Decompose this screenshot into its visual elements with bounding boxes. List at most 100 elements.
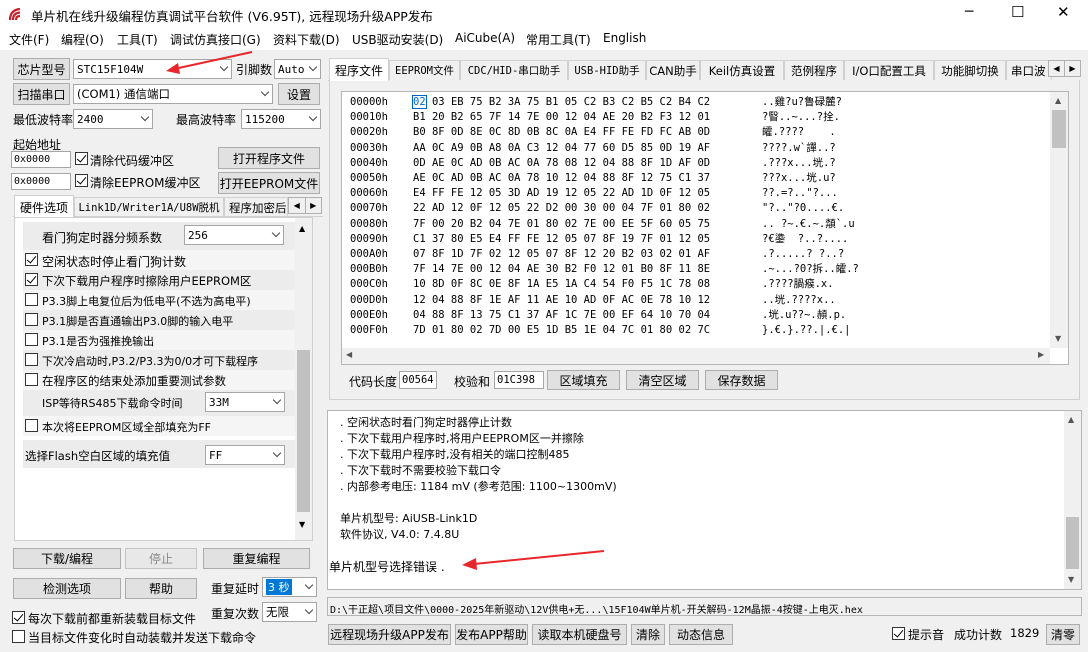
file-path-field[interactable]: D:\干正超\项目文件\0000-2025年新驱动\12V供电+无...\15F…: [327, 597, 1082, 616]
menu-aicube[interactable]: AiCube(A): [455, 31, 515, 45]
eeprom-start-address[interactable]: 0x0000: [11, 173, 71, 190]
chip-type-button[interactable]: 芯片型号: [13, 58, 70, 80]
sound-checkbox[interactable]: [892, 627, 905, 640]
menu-tools[interactable]: 工具(T): [117, 31, 158, 48]
menu-english[interactable]: English: [603, 31, 646, 45]
option-checkbox-6[interactable]: [25, 373, 38, 386]
download-program-button[interactable]: 下载/编程: [13, 548, 121, 569]
tab-io-config[interactable]: I/O口配置工具: [844, 60, 934, 80]
read-disk-id-button[interactable]: 读取本机硬盘号: [532, 624, 627, 645]
option-checkbox-1[interactable]: [25, 273, 38, 286]
tab-eeprom-file[interactable]: EEPROM文件: [389, 60, 460, 80]
eeprom-fill-checkbox[interactable]: [25, 419, 38, 432]
hex-bytes[interactable]: 0D AE 0C AD 0B AC 0A 78 08 12 04 88 8F 1…: [413, 156, 710, 171]
hex-bytes[interactable]: 07 8F 1D 7F 02 12 05 07 8F 12 20 B2 03 0…: [413, 247, 710, 262]
hex-scroll-right-icon[interactable]: ▶: [1038, 350, 1044, 359]
right-tab-left-icon[interactable]: ◀: [1049, 61, 1064, 76]
hex-bytes[interactable]: 7D 01 80 02 7D 00 E5 1D B5 1E 04 7C 01 8…: [413, 323, 710, 338]
auto-load-checkbox[interactable]: [12, 630, 25, 643]
tab-examples[interactable]: 范例程序: [784, 60, 844, 80]
remote-upgrade-button[interactable]: 远程现场升级APP发布: [328, 624, 451, 645]
hex-bytes[interactable]: AE 0C AD 0B AC 0A 78 10 12 04 88 8F 12 7…: [413, 171, 710, 186]
tab-encryption[interactable]: 程序加密后: [224, 197, 288, 217]
hex-bytes[interactable]: 04 88 8F 13 75 C1 37 AF 1C 7E 00 EF 64 1…: [413, 308, 710, 323]
hex-vscroll[interactable]: ▲ ▼: [1050, 92, 1068, 348]
tab-scroll-right-icon[interactable]: ▶: [304, 198, 322, 213]
minimize-button[interactable]: ─: [965, 4, 973, 20]
scroll-thumb[interactable]: [297, 350, 310, 512]
clear-log-button[interactable]: 清除: [631, 624, 665, 645]
menu-debug[interactable]: 调试仿真接口(G): [170, 31, 261, 48]
hex-scroll-up-icon[interactable]: ▲: [1055, 96, 1061, 105]
help-button[interactable]: 帮助: [125, 578, 197, 599]
clear-code-checkbox[interactable]: [75, 152, 88, 165]
detect-options-button[interactable]: 检测选项: [13, 578, 121, 599]
tab-hardware-options[interactable]: 硬件选项: [14, 195, 74, 218]
scroll-down-icon[interactable]: ▼: [299, 520, 305, 529]
right-tab-right-icon[interactable]: ▶: [1064, 61, 1080, 76]
option-checkbox-2[interactable]: [25, 293, 38, 306]
option-checkbox-5[interactable]: [25, 353, 38, 366]
hex-hscroll[interactable]: ◀ ▶: [342, 348, 1050, 364]
close-button[interactable]: ✕: [1057, 3, 1070, 21]
left-tab-scroll[interactable]: ◀ ▶: [288, 197, 322, 214]
menu-program[interactable]: 编程(O): [61, 31, 104, 48]
repeat-count-select[interactable]: 无限: [262, 602, 317, 622]
options-scrollbar[interactable]: ▲ ▼: [295, 218, 312, 540]
tab-cdc-hid[interactable]: CDC/HID-串口助手: [460, 60, 568, 80]
hex-bytes[interactable]: 02 03 EB 75 B2 3A 75 B1 05 C2 B3 C2 B5 C…: [412, 95, 710, 110]
hex-scroll-down-icon[interactable]: ▼: [1055, 334, 1061, 343]
tab-pin-switch[interactable]: 功能脚切换: [934, 60, 1006, 80]
tab-can[interactable]: CAN助手: [646, 60, 700, 80]
max-baud-select[interactable]: 115200: [241, 109, 321, 129]
fill-area-button[interactable]: 区域填充: [547, 370, 620, 390]
publish-app-help-button[interactable]: 发布APP帮助: [455, 624, 528, 645]
open-eeprom-file-button[interactable]: 打开EEPROM文件: [218, 172, 320, 194]
hex-bytes[interactable]: B1 20 B2 65 7F 14 7E 00 12 04 AE 20 B2 F…: [413, 110, 710, 125]
flash-fill-select[interactable]: FF: [205, 445, 285, 465]
hex-bytes[interactable]: E4 FF FE 12 05 3D AD 19 12 05 22 AD 1D 0…: [413, 186, 710, 201]
scan-port-button[interactable]: 扫描串口: [13, 83, 70, 105]
log-scroll-down-icon[interactable]: ▼: [1068, 575, 1074, 584]
tab-keil[interactable]: Keil仿真设置: [700, 60, 784, 80]
maximize-button[interactable]: ☐: [1011, 3, 1024, 21]
open-program-file-button[interactable]: 打开程序文件: [218, 147, 320, 169]
tab-usb-hid[interactable]: USB-HID助手: [568, 60, 646, 80]
menu-file[interactable]: 文件(F): [9, 31, 49, 48]
log-scroll-up-icon[interactable]: ▲: [1068, 415, 1074, 424]
hex-bytes[interactable]: B0 8F 0D 8E 0C 8D 0B 8C 0A E4 FF FE FD F…: [413, 125, 710, 140]
menu-usb-driver[interactable]: USB驱动安装(D): [352, 31, 443, 48]
hex-bytes[interactable]: 22 AD 12 0F 12 05 22 D2 00 30 00 04 7F 0…: [413, 201, 710, 216]
code-start-address[interactable]: 0x0000: [11, 151, 71, 168]
clear-eeprom-checkbox[interactable]: [75, 174, 88, 187]
hex-scroll-thumb[interactable]: [1052, 110, 1066, 148]
menu-downloads[interactable]: 资料下载(D): [273, 31, 340, 48]
hex-bytes[interactable]: 7F 00 20 B2 04 7E 01 80 02 7E 00 EE 5F 6…: [413, 217, 710, 232]
stop-button[interactable]: 停止: [125, 548, 197, 569]
tab-offline[interactable]: Link1D/Writer1A/U8W脱机: [74, 197, 224, 217]
right-tab-scroll[interactable]: ◀ ▶: [1048, 60, 1081, 77]
save-data-button[interactable]: 保存数据: [705, 370, 778, 390]
tab-scroll-left-icon[interactable]: ◀: [289, 198, 305, 213]
option-checkbox-0[interactable]: [25, 253, 38, 266]
hex-scroll-left-icon[interactable]: ◀: [346, 350, 352, 359]
option-checkbox-4[interactable]: [25, 333, 38, 346]
clear-area-button[interactable]: 清空区域: [626, 370, 699, 390]
tab-serial[interactable]: 串口波: [1006, 60, 1052, 80]
min-baud-select[interactable]: 2400: [73, 109, 153, 129]
scroll-up-icon[interactable]: ▲: [299, 224, 305, 233]
option-checkbox-3[interactable]: [25, 313, 38, 326]
hex-bytes[interactable]: 12 04 88 8F 1E AF 11 AE 10 AD 0F AC 0E 7…: [413, 293, 710, 308]
hex-bytes[interactable]: AA 0C A9 0B A8 0A C3 12 04 77 60 D5 85 0…: [413, 141, 710, 156]
hex-bytes[interactable]: 7F 14 7E 00 12 04 AE 30 B2 F0 12 01 B0 8…: [413, 262, 710, 277]
menu-common-tools[interactable]: 常用工具(T): [526, 31, 591, 48]
hex-bytes[interactable]: 10 8D 0F 8C 0E 8F 1A E5 1A C4 54 F0 F5 1…: [413, 277, 710, 292]
repeat-delay-select[interactable]: 3 秒: [262, 577, 317, 597]
reprogram-button[interactable]: 重复编程: [203, 548, 310, 569]
port-select[interactable]: (COM1) 通信端口: [73, 84, 273, 104]
pin-count-select[interactable]: Auto: [274, 59, 321, 79]
reload-checkbox[interactable]: [12, 611, 25, 624]
reset-count-button[interactable]: 清零: [1046, 624, 1080, 645]
isp-wait-select[interactable]: 33M: [205, 392, 285, 412]
log-vscroll[interactable]: ▲ ▼: [1064, 411, 1081, 589]
